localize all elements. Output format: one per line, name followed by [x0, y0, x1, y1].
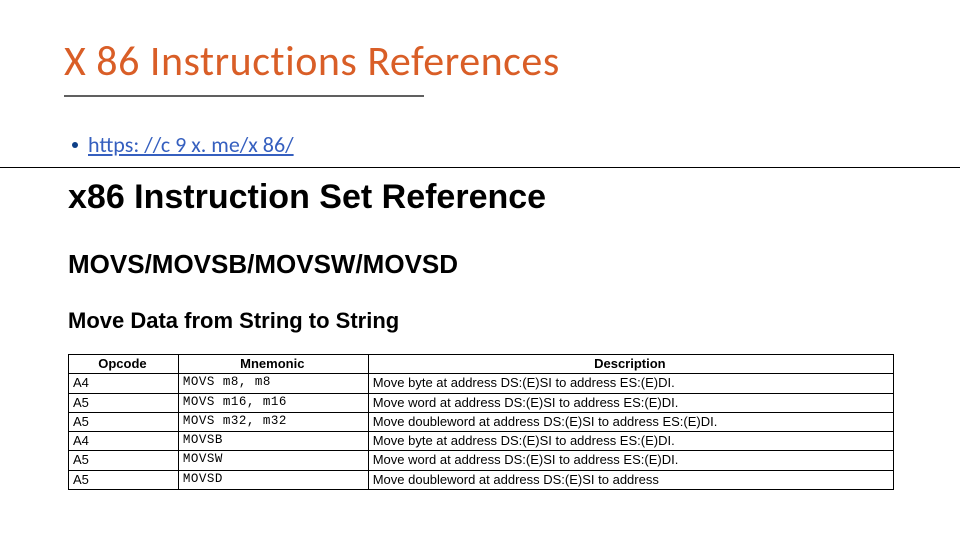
col-opcode: Opcode — [69, 355, 179, 374]
cell-mnemonic: MOVSB — [178, 432, 368, 451]
table-row: A5 MOVS m16, m16 Move word at address DS… — [69, 393, 894, 412]
reference-link[interactable]: https: //c 9 x. me/x 86/ — [88, 131, 294, 158]
cell-mnemonic: MOVS m8, m8 — [178, 374, 368, 393]
cell-desc: Move word at address DS:(E)SI to address… — [368, 393, 893, 412]
cell-opcode: A5 — [69, 451, 179, 470]
slide: X 86 Instructions References https: //c … — [0, 0, 960, 490]
cell-desc: Move byte at address DS:(E)SI to address… — [368, 374, 893, 393]
table-row: A4 MOVSB Move byte at address DS:(E)SI t… — [69, 432, 894, 451]
table-row: A5 MOVSD Move doubleword at address DS:(… — [69, 470, 894, 489]
bullet-link-row: https: //c 9 x. me/x 86/ — [72, 131, 896, 158]
table-row: A5 MOVSW Move word at address DS:(E)SI t… — [69, 451, 894, 470]
cell-desc: Move doubleword at address DS:(E)SI to a… — [368, 412, 893, 431]
title-underline — [64, 95, 424, 97]
cell-opcode: A4 — [69, 374, 179, 393]
page-title: X 86 Instructions References — [64, 36, 896, 87]
instruction-heading: MOVS/MOVSB/MOVSW/MOVSD — [68, 249, 896, 280]
cell-desc: Move word at address DS:(E)SI to address… — [368, 451, 893, 470]
cell-mnemonic: MOVSW — [178, 451, 368, 470]
cell-opcode: A4 — [69, 432, 179, 451]
bullet-icon — [72, 142, 78, 148]
col-desc: Description — [368, 355, 893, 374]
cell-mnemonic: MOVS m16, m16 — [178, 393, 368, 412]
cell-desc: Move byte at address DS:(E)SI to address… — [368, 432, 893, 451]
cell-mnemonic: MOVS m32, m32 — [178, 412, 368, 431]
instruction-table: Opcode Mnemonic Description A4 MOVS m8, … — [68, 354, 894, 490]
cell-mnemonic: MOVSD — [178, 470, 368, 489]
reference-excerpt: x86 Instruction Set Reference MOVS/MOVSB… — [68, 178, 896, 490]
section-divider — [0, 160, 960, 168]
cell-opcode: A5 — [69, 412, 179, 431]
instruction-subheading: Move Data from String to String — [68, 308, 896, 334]
cell-opcode: A5 — [69, 470, 179, 489]
cell-desc: Move doubleword at address DS:(E)SI to a… — [368, 470, 893, 489]
site-title: x86 Instruction Set Reference — [68, 178, 896, 217]
table-row: A5 MOVS m32, m32 Move doubleword at addr… — [69, 412, 894, 431]
table-header-row: Opcode Mnemonic Description — [69, 355, 894, 374]
table-row: A4 MOVS m8, m8 Move byte at address DS:(… — [69, 374, 894, 393]
cell-opcode: A5 — [69, 393, 179, 412]
col-mnemonic: Mnemonic — [178, 355, 368, 374]
